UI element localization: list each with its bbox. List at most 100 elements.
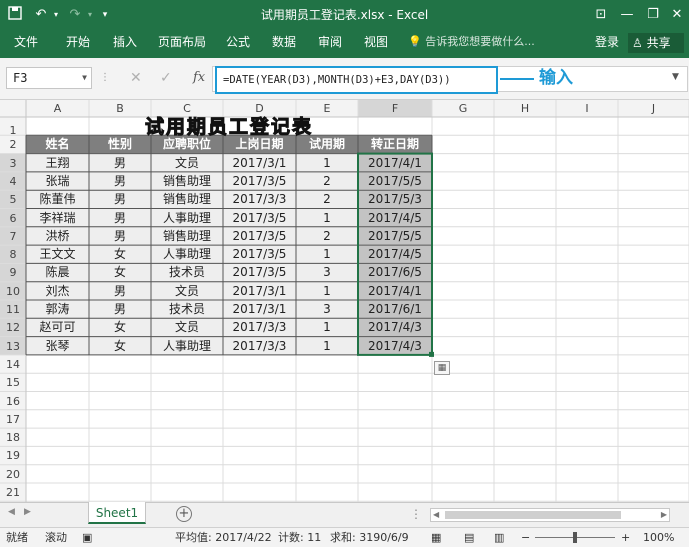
cell-gender[interactable]: 男 (89, 172, 151, 190)
cell-name[interactable]: 陈董伟 (26, 190, 89, 208)
column-header-h[interactable]: H (494, 100, 556, 117)
row-header-8[interactable]: 8 (0, 246, 26, 264)
login-link[interactable]: 登录 (595, 30, 619, 54)
header-cell-name[interactable]: 姓名 (26, 135, 89, 153)
cell-position[interactable]: 技术员 (151, 300, 223, 318)
column-header-i[interactable]: I (556, 100, 618, 117)
tab-home[interactable]: 开始 (66, 30, 90, 58)
column-header-j[interactable]: J (618, 100, 689, 117)
cell-confirm-date[interactable]: 2017/4/5 (358, 209, 432, 227)
normal-view-icon[interactable]: ▦ (431, 528, 441, 547)
restore-icon[interactable]: ❐ (640, 3, 666, 27)
cell-name[interactable]: 张琴 (26, 337, 89, 355)
header-cell-confirm-date[interactable]: 转正日期 (358, 135, 432, 153)
expand-formula-icon[interactable]: ▼ (672, 72, 679, 82)
close-icon[interactable]: ✕ (664, 3, 689, 27)
scroll-right-icon[interactable]: ▶ (661, 510, 667, 519)
zoom-out-icon[interactable]: − (521, 528, 530, 547)
row-header-14[interactable]: 14 (0, 356, 26, 374)
cell-name[interactable]: 洪桥 (26, 227, 89, 245)
cell-position[interactable]: 文员 (151, 282, 223, 300)
cell-start-date[interactable]: 2017/3/1 (223, 282, 296, 300)
cell-confirm-date[interactable]: 2017/4/5 (358, 245, 432, 263)
row-header-11[interactable]: 11 (0, 301, 26, 319)
row-header-9[interactable]: 9 (0, 264, 26, 282)
row-header-21[interactable]: 21 (0, 484, 26, 502)
cell-name[interactable]: 李祥瑞 (26, 209, 89, 227)
cell-confirm-date[interactable]: 2017/4/1 (358, 282, 432, 300)
cell-gender[interactable]: 男 (89, 154, 151, 172)
header-cell-probation[interactable]: 试用期 (296, 135, 358, 153)
cell-position[interactable]: 人事助理 (151, 245, 223, 263)
cell-name[interactable]: 王文文 (26, 245, 89, 263)
cell-start-date[interactable]: 2017/3/5 (223, 263, 296, 281)
ribbon-display-icon[interactable]: ⊡ (588, 3, 614, 27)
cell-start-date[interactable]: 2017/3/1 (223, 154, 296, 172)
row-header-13[interactable]: 13 (0, 338, 26, 356)
cell-start-date[interactable]: 2017/3/5 (223, 172, 296, 190)
page-layout-view-icon[interactable]: ▤ (464, 528, 474, 547)
horizontal-scrollbar[interactable]: ◀ ▶ (430, 508, 670, 522)
cell-gender[interactable]: 男 (89, 190, 151, 208)
column-header-b[interactable]: B (89, 100, 151, 117)
cancel-icon[interactable]: ✕ (130, 69, 142, 87)
add-sheet-icon[interactable]: + (176, 506, 192, 522)
formula-text[interactable]: =DATE(YEAR(D3),MONTH(D3)+E3,DAY(D3)) (215, 66, 498, 94)
row-header-1[interactable]: 1 (0, 118, 26, 137)
cell-name[interactable]: 赵可可 (26, 318, 89, 336)
cell-position[interactable]: 销售助理 (151, 172, 223, 190)
cell-gender[interactable]: 女 (89, 337, 151, 355)
cell-position[interactable]: 人事助理 (151, 337, 223, 355)
cell-name[interactable]: 郭涛 (26, 300, 89, 318)
cell-probation[interactable]: 1 (296, 282, 358, 300)
quick-analysis-icon[interactable]: ▦ (434, 360, 450, 375)
tab-page-layout[interactable]: 页面布局 (158, 30, 206, 58)
next-sheet-icon[interactable]: ▶ (24, 507, 31, 517)
row-header-10[interactable]: 10 (0, 283, 26, 301)
cell-probation[interactable]: 1 (296, 337, 358, 355)
row-header-5[interactable]: 5 (0, 191, 26, 209)
cell-probation[interactable]: 1 (296, 154, 358, 172)
cell-probation[interactable]: 1 (296, 245, 358, 263)
tab-data[interactable]: 数据 (272, 30, 296, 58)
tab-split-handle[interactable]: ⋮ (410, 507, 422, 521)
cell-gender[interactable]: 男 (89, 209, 151, 227)
row-header-3[interactable]: 3 (0, 155, 26, 173)
tab-view[interactable]: 视图 (364, 30, 388, 58)
cell-gender[interactable]: 女 (89, 245, 151, 263)
cell-start-date[interactable]: 2017/3/5 (223, 209, 296, 227)
cell-confirm-date[interactable]: 2017/6/5 (358, 263, 432, 281)
prev-sheet-icon[interactable]: ◀ (8, 507, 15, 517)
row-header-12[interactable]: 12 (0, 319, 26, 337)
cell-name[interactable]: 张瑞 (26, 172, 89, 190)
insert-function-icon[interactable]: fx (193, 69, 205, 87)
column-header-f[interactable]: F (358, 100, 432, 117)
cell-probation[interactable]: 2 (296, 190, 358, 208)
cell-gender[interactable]: 女 (89, 263, 151, 281)
zoom-slider-thumb[interactable] (573, 532, 577, 543)
cell-probation[interactable]: 2 (296, 227, 358, 245)
tab-review[interactable]: 审阅 (318, 30, 342, 58)
cell-confirm-date[interactable]: 2017/5/5 (358, 172, 432, 190)
cell-confirm-date[interactable]: 2017/4/3 (358, 337, 432, 355)
drag-handle-icon[interactable]: ⋮ (100, 69, 110, 87)
column-header-a[interactable]: A (26, 100, 89, 117)
zoom-in-icon[interactable]: + (621, 528, 630, 547)
cell-start-date[interactable]: 2017/3/5 (223, 245, 296, 263)
cell-probation[interactable]: 1 (296, 318, 358, 336)
cell-name[interactable]: 刘杰 (26, 282, 89, 300)
scrollbar-thumb[interactable] (445, 511, 621, 519)
page-break-view-icon[interactable]: ▥ (494, 528, 504, 547)
row-header-17[interactable]: 17 (0, 411, 26, 429)
cell-position[interactable]: 技术员 (151, 263, 223, 281)
cell-confirm-date[interactable]: 2017/6/1 (358, 300, 432, 318)
cell-confirm-date[interactable]: 2017/5/3 (358, 190, 432, 208)
row-header-15[interactable]: 15 (0, 374, 26, 392)
tab-formulas[interactable]: 公式 (226, 30, 250, 58)
row-header-16[interactable]: 16 (0, 393, 26, 411)
row-header-6[interactable]: 6 (0, 210, 26, 228)
cell-gender[interactable]: 男 (89, 227, 151, 245)
cell-start-date[interactable]: 2017/3/3 (223, 337, 296, 355)
cell-probation[interactable]: 1 (296, 209, 358, 227)
worksheet-grid[interactable]: A B C D E F G H I J 1 2 3 4 5 6 7 8 9 10 11 12 13 14 15 16 17 18 19 2… (0, 100, 689, 502)
